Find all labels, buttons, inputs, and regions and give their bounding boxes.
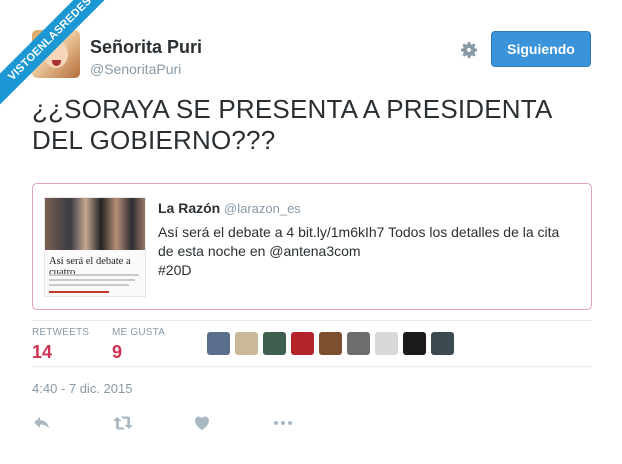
quoted-author-handle[interactable]: @larazon_es — [224, 201, 301, 216]
divider — [32, 320, 592, 321]
quoted-tweet[interactable]: Así será el debate a cuatro La Razón @la… — [32, 183, 592, 310]
liker-3-avatar[interactable] — [263, 332, 286, 355]
likes-stat[interactable]: ME GUSTA 9 — [112, 327, 165, 363]
liker-9-avatar[interactable] — [431, 332, 454, 355]
liker-6-avatar[interactable] — [347, 332, 370, 355]
liker-2-avatar[interactable] — [235, 332, 258, 355]
retweet-icon[interactable] — [112, 413, 134, 433]
likers-avatars — [207, 332, 454, 355]
liker-5-avatar[interactable] — [319, 332, 342, 355]
quoted-body: Así será el debate a 4 bit.ly/1m6kIh7 To… — [158, 224, 560, 259]
likes-label: ME GUSTA — [112, 327, 166, 338]
quoted-hashtag[interactable]: #20D — [158, 262, 191, 278]
quoted-author-name[interactable]: La Razón — [158, 200, 220, 216]
following-button[interactable]: Siguiendo — [491, 31, 591, 67]
likes-count: 9 — [112, 342, 123, 362]
retweets-stat[interactable]: RETWEETS 14 — [32, 327, 89, 363]
reply-icon[interactable] — [32, 413, 54, 433]
tweet-timestamp[interactable]: 4:40 - 7 dic. 2015 — [32, 381, 132, 396]
retweets-count: 14 — [32, 342, 53, 362]
gear-icon[interactable] — [459, 40, 479, 60]
divider — [32, 366, 592, 367]
thumbnail-photo — [45, 198, 145, 250]
watermark-text: VISTOENLASREDES — [0, 0, 120, 118]
quoted-text: Así será el debate a 4 bit.ly/1m6kIh7 To… — [158, 223, 578, 280]
liker-7-avatar[interactable] — [375, 332, 398, 355]
retweets-label: RETWEETS — [32, 327, 90, 338]
quoted-thumbnail[interactable]: Así será el debate a cuatro — [44, 197, 146, 297]
like-icon[interactable] — [192, 413, 214, 433]
liker-8-avatar[interactable] — [403, 332, 426, 355]
liker-4-avatar[interactable] — [291, 332, 314, 355]
watermark-ribbon: VISTOENLASREDES — [0, 0, 120, 120]
more-icon[interactable] — [272, 413, 294, 433]
liker-1-avatar[interactable] — [207, 332, 230, 355]
